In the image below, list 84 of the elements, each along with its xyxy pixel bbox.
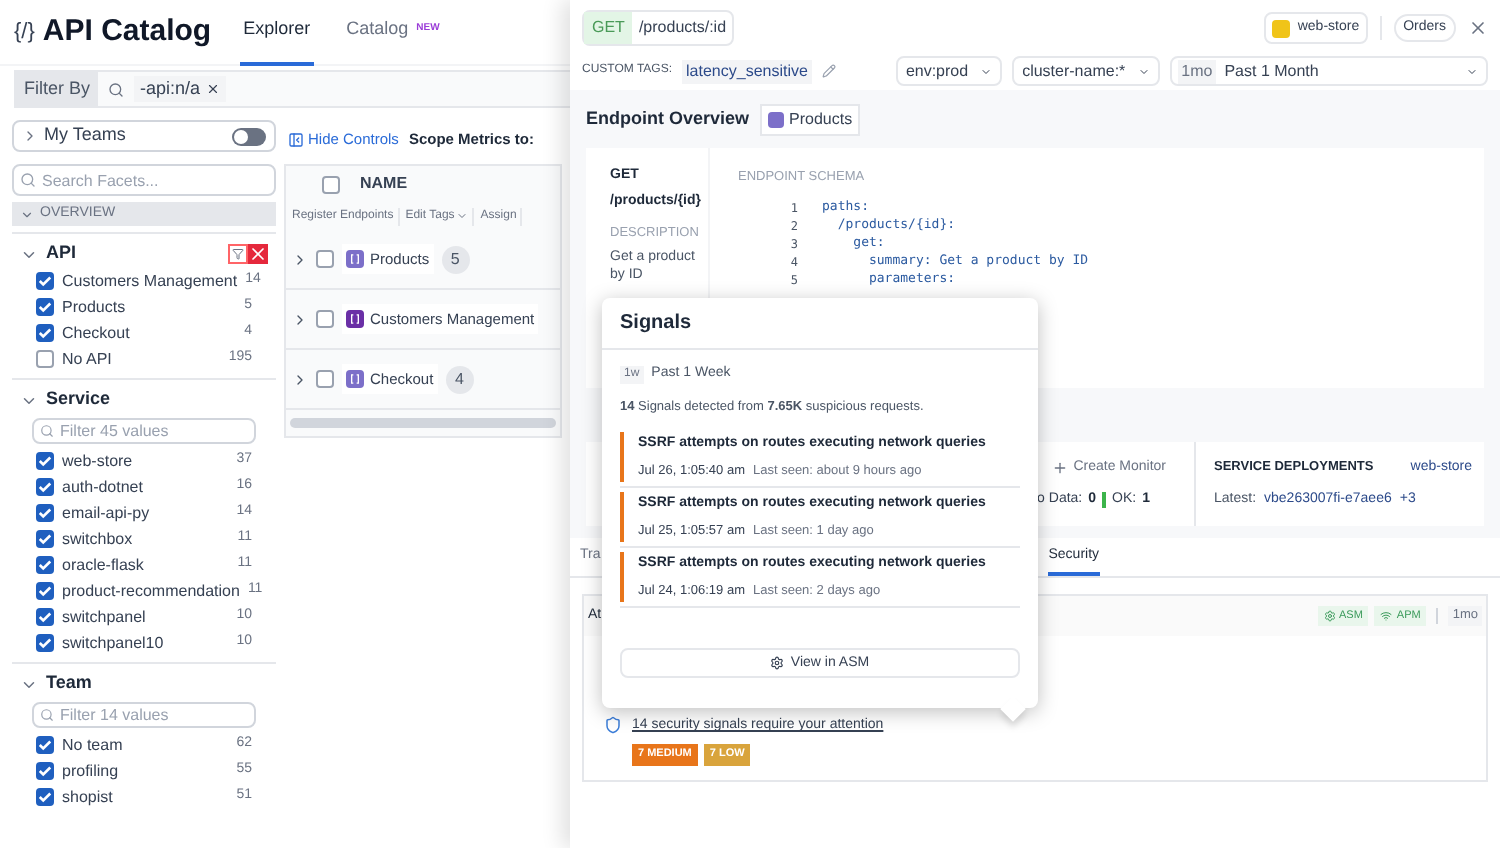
facet-value[interactable]: Customers Management (62, 269, 238, 293)
selector-dropdown[interactable]: env:prod (895, 56, 1003, 86)
signal-icon (1380, 610, 1393, 622)
caret-icon (1137, 65, 1150, 77)
checkbox[interactable] (316, 310, 334, 328)
checkbox[interactable] (36, 504, 54, 522)
filter-chip[interactable]: -api:n/a (134, 75, 227, 103)
checkbox[interactable] (36, 350, 54, 368)
caret-icon (456, 210, 469, 222)
my-teams-row[interactable]: My Teams (12, 120, 276, 152)
api-chip[interactable]: Products (759, 104, 861, 136)
close-icon[interactable] (248, 244, 268, 264)
search-icon (20, 172, 36, 188)
checkbox[interactable] (36, 556, 54, 574)
checkbox[interactable] (36, 762, 54, 780)
expand-icon[interactable] (292, 311, 308, 327)
close-icon[interactable] (1468, 18, 1488, 38)
facet-value[interactable]: auth-dotnet (62, 475, 143, 499)
tag-chip[interactable]: latency_sensitive (682, 59, 812, 83)
facet-value[interactable]: switchpanel10 (62, 631, 164, 655)
facet-value[interactable]: Checkout (62, 321, 130, 345)
facet-value[interactable]: web-store (62, 449, 133, 473)
search-icon (40, 424, 54, 438)
expand-icon[interactable] (292, 371, 308, 387)
chevron-icon (20, 207, 34, 221)
checkbox[interactable] (36, 788, 54, 806)
filter-by-label: Filter By (16, 72, 99, 106)
facet-value[interactable]: switchbox (62, 527, 133, 551)
gear-icon (770, 656, 785, 671)
caret-icon (980, 65, 993, 77)
checkbox[interactable] (36, 530, 54, 548)
remove-icon (206, 82, 221, 96)
tab[interactable]: Explorer (239, 0, 315, 65)
checkbox[interactable] (36, 608, 54, 626)
selector-dropdown[interactable]: cluster-name:* (1012, 56, 1160, 86)
checkbox[interactable] (36, 736, 54, 754)
gear-icon (1323, 610, 1335, 622)
checkbox[interactable] (36, 272, 54, 290)
checkbox[interactable] (36, 452, 54, 470)
facet-title: Team (46, 670, 92, 697)
checkbox[interactable] (316, 250, 334, 268)
facet-value[interactable]: shopist (62, 785, 113, 809)
facet-value[interactable]: product-recommendation (62, 579, 240, 603)
facet-value[interactable]: switchpanel (62, 605, 146, 629)
facet-value[interactable]: email-api-py (62, 501, 150, 525)
facet-title: Service (46, 386, 111, 413)
section-title: Endpoint Overview (586, 106, 750, 133)
facet-value[interactable]: No API (62, 347, 112, 371)
popover-title: Signals (620, 310, 692, 338)
time-picker[interactable]: 1mo Past 1 Month (1169, 56, 1488, 86)
filter-field[interactable]: Filter 14 values (32, 702, 256, 728)
count-badge: 4 (445, 365, 474, 393)
shield-icon (604, 716, 622, 734)
service-icon (1271, 19, 1290, 37)
checkbox[interactable] (36, 634, 54, 652)
checkbox[interactable] (322, 175, 340, 193)
count-badge: 5 (441, 245, 470, 273)
column-header: NAME (360, 172, 408, 196)
page-title: API Catalog (42, 11, 212, 52)
app-logo: {/} (14, 17, 35, 48)
funnel-icon[interactable] (228, 244, 248, 264)
facet-value[interactable]: Products (62, 295, 126, 319)
plus-icon (1051, 459, 1068, 476)
caret-icon (1466, 65, 1478, 77)
checkbox[interactable] (36, 582, 54, 600)
search-facets-field[interactable]: Search Facets... (12, 164, 276, 196)
expand-icon[interactable] (292, 251, 308, 267)
toggle-switch[interactable] (232, 127, 266, 145)
endpoint-badge: GET /products/:id (582, 10, 735, 46)
checkbox[interactable] (36, 298, 54, 316)
checkbox[interactable] (36, 478, 54, 496)
panel-icon (288, 132, 304, 148)
chevron-icon (22, 128, 38, 144)
facet-value[interactable]: profiling (62, 759, 119, 783)
api-icon (767, 112, 784, 128)
search-icon (108, 81, 125, 97)
filter-field[interactable]: Filter 45 values (32, 418, 256, 444)
facet-value[interactable]: No team (62, 733, 123, 757)
facet-title: API (46, 240, 77, 267)
search-icon (40, 708, 54, 722)
checkbox[interactable] (316, 370, 334, 388)
facet-value[interactable]: oracle-flask (62, 553, 144, 577)
checkbox[interactable] (36, 324, 54, 342)
my-teams-label: My Teams (44, 122, 126, 149)
